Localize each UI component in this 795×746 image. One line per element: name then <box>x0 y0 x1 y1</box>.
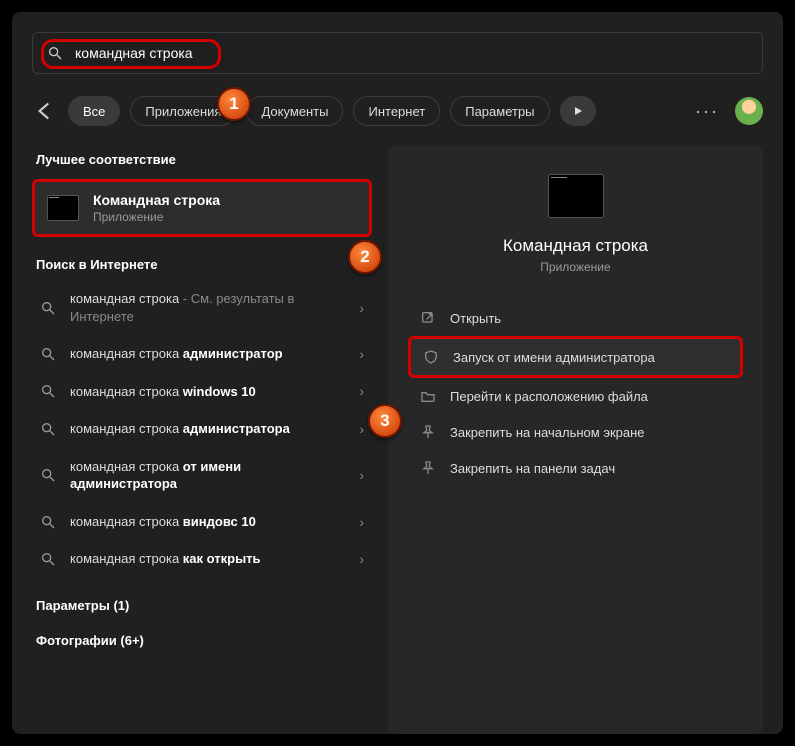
action-pin-start[interactable]: Закрепить на начальном экране <box>408 414 743 450</box>
web-result-text: командная строка администратора <box>70 420 345 438</box>
more-icon[interactable]: ··· <box>695 101 719 122</box>
search-icon <box>40 421 56 437</box>
web-result[interactable]: командная строка - См. результаты в Инте… <box>32 280 372 335</box>
filter-settings[interactable]: Параметры <box>450 96 549 126</box>
best-match-item[interactable]: Командная строка Приложение <box>32 179 372 237</box>
chevron-right-icon: › <box>359 514 364 530</box>
section-photos[interactable]: Фотографии (6+) <box>36 633 372 648</box>
section-best-match: Лучшее соответствие <box>36 152 372 167</box>
search-icon <box>47 45 63 61</box>
search-icon <box>40 551 56 567</box>
search-icon <box>40 346 56 362</box>
web-result[interactable]: командная строка как открыть › <box>32 540 372 578</box>
annotation-badge-2: 2 <box>348 240 382 274</box>
web-result-text: командная строка - См. результаты в Инте… <box>70 290 345 325</box>
search-bar[interactable] <box>32 32 763 74</box>
chevron-right-icon: › <box>359 300 364 316</box>
web-result-text: командная строка от имени администратора <box>70 458 345 493</box>
web-result[interactable]: командная строка администратора › <box>32 410 372 448</box>
web-result-text: командная строка виндовс 10 <box>70 513 345 531</box>
pin-icon <box>420 424 436 440</box>
action-open-location[interactable]: Перейти к расположению файла <box>408 378 743 414</box>
preview-title: Командная строка <box>503 236 648 256</box>
results-column: Лучшее соответствие Командная строка При… <box>32 146 372 734</box>
annotation-badge-1: 1 <box>217 87 251 121</box>
web-result[interactable]: командная строка администратор › <box>32 335 372 373</box>
action-run-as-admin[interactable]: Запуск от имени администратора <box>408 336 743 378</box>
preview-actions: Открыть Запуск от имени администратора <box>408 300 743 486</box>
action-label: Запуск от имени администратора <box>453 350 655 365</box>
web-result-text: командная строка windows 10 <box>70 383 345 401</box>
pin-icon <box>420 460 436 476</box>
chevron-right-icon: › <box>359 551 364 567</box>
search-icon <box>40 300 56 316</box>
preview-pane: Командная строка Приложение Открыть <box>388 146 763 734</box>
filter-web[interactable]: Интернет <box>353 96 440 126</box>
section-web-search: Поиск в Интернете <box>36 257 372 272</box>
action-pin-taskbar[interactable]: Закрепить на панели задач <box>408 450 743 486</box>
section-settings[interactable]: Параметры (1) <box>36 598 372 613</box>
search-window: Все Приложения Документы Интернет Параме… <box>0 0 795 746</box>
filter-row: Все Приложения Документы Интернет Параме… <box>32 96 763 126</box>
cmd-icon <box>47 195 79 221</box>
search-input[interactable] <box>75 45 748 61</box>
web-result-text: командная строка администратор <box>70 345 345 363</box>
back-icon[interactable] <box>32 98 58 124</box>
web-result[interactable]: командная строка виндовс 10 › <box>32 503 372 541</box>
search-icon <box>40 514 56 530</box>
preview-subtitle: Приложение <box>540 260 610 274</box>
chevron-right-icon: › <box>359 467 364 483</box>
action-label: Закрепить на панели задач <box>450 461 615 476</box>
shield-icon <box>423 349 439 365</box>
action-label: Закрепить на начальном экране <box>450 425 645 440</box>
avatar[interactable] <box>735 97 763 125</box>
best-match-subtitle: Приложение <box>93 210 220 224</box>
web-result[interactable]: командная строка windows 10 › <box>32 373 372 411</box>
filter-all[interactable]: Все <box>68 96 120 126</box>
filter-more-play[interactable] <box>560 96 596 126</box>
web-result[interactable]: командная строка от имени администратора… <box>32 448 372 503</box>
action-open[interactable]: Открыть <box>408 300 743 336</box>
chevron-right-icon: › <box>359 421 364 437</box>
action-label: Открыть <box>450 311 501 326</box>
chevron-right-icon: › <box>359 346 364 362</box>
search-panel: Все Приложения Документы Интернет Параме… <box>12 12 783 734</box>
web-result-text: командная строка как открыть <box>70 550 345 568</box>
search-icon <box>40 383 56 399</box>
best-match-title: Командная строка <box>93 192 220 208</box>
cmd-icon-large <box>548 174 604 218</box>
filter-docs[interactable]: Документы <box>246 96 343 126</box>
chevron-right-icon: › <box>359 383 364 399</box>
search-icon <box>40 467 56 483</box>
action-label: Перейти к расположению файла <box>450 389 648 404</box>
annotation-badge-3: 3 <box>368 404 402 438</box>
open-icon <box>420 310 436 326</box>
folder-icon <box>420 388 436 404</box>
